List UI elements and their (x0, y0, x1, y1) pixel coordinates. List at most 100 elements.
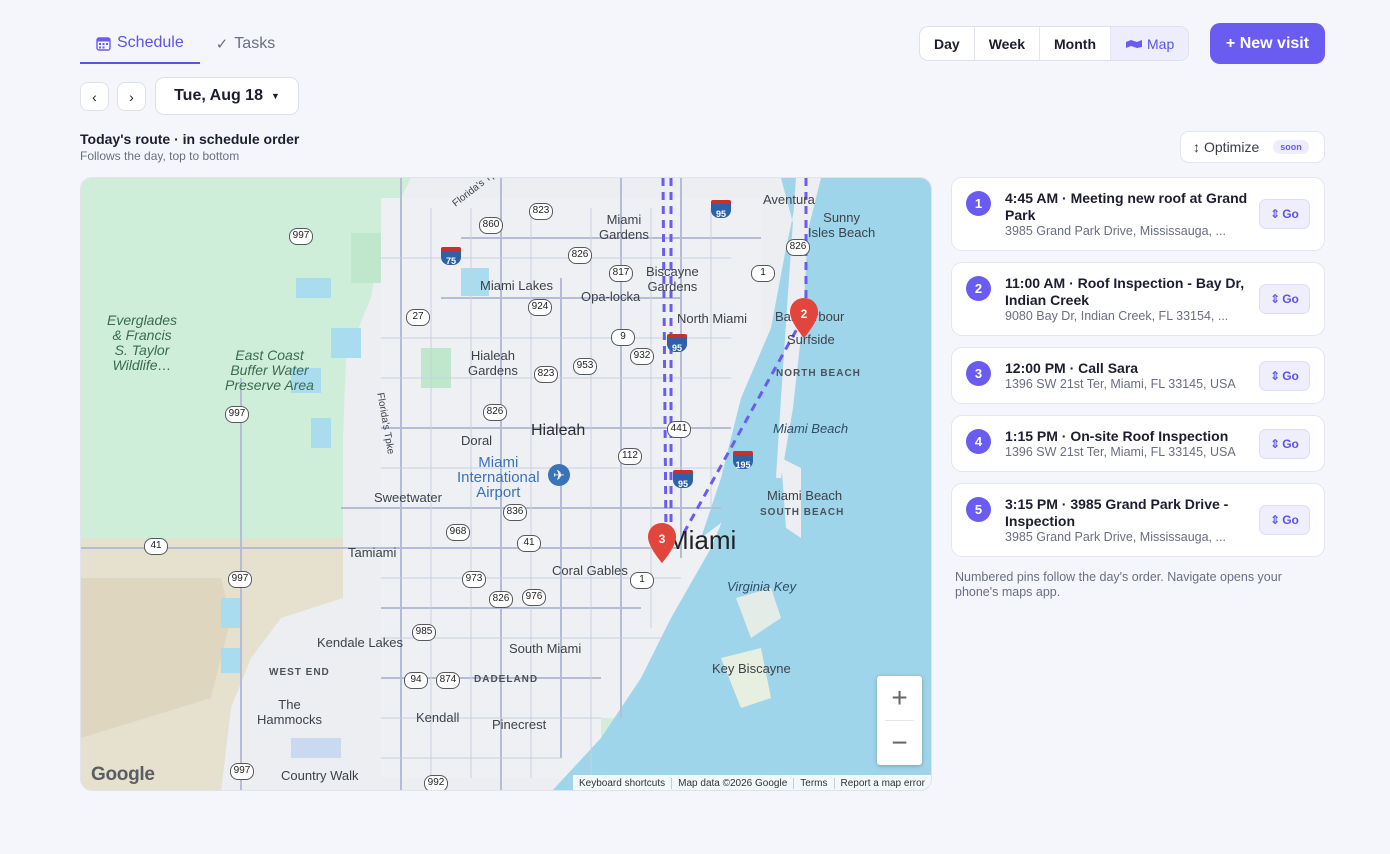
sort-icon: ↕ (1193, 139, 1200, 155)
route-shield: 997 (228, 571, 252, 588)
visit-card[interactable]: 4 1:15 PM · On-site Roof Inspection 1396… (951, 415, 1325, 472)
map-label-north-miami: North Miami (677, 311, 748, 326)
prev-day-button[interactable]: ‹ (80, 82, 109, 111)
route-shield: 997 (230, 763, 254, 780)
map-label-miami-gardens: Miami Gardens (599, 212, 649, 242)
navigate-label: Go (1282, 437, 1299, 451)
map-pin-2[interactable]: 2 (790, 298, 818, 338)
navigate-button[interactable]: ⇕ Go (1259, 429, 1310, 459)
terms-link[interactable]: Terms (793, 778, 833, 789)
main-tabs: Schedule ✓ Tasks (80, 24, 291, 64)
navigate-label: Go (1282, 292, 1299, 306)
interstate-shield: 195 (733, 451, 753, 470)
map-label-biscayne-gardens: Biscayne Gardens (646, 264, 699, 294)
route-shield: 992 (424, 775, 448, 790)
map-label-pinecrest: Pinecrest (492, 717, 547, 732)
date-label: Tue, Aug 18 (174, 87, 263, 104)
interstate-shield: 95 (711, 200, 731, 219)
route-shield: 932 (630, 348, 654, 365)
navigate-label: Go (1282, 513, 1299, 527)
navigate-button[interactable]: ⇕ Go (1259, 284, 1310, 314)
route-subtitle: Follows the day, top to bottom (80, 149, 240, 163)
soon-badge: soon (1273, 140, 1309, 154)
visit-title: 11:00 AM · Roof Inspection - Bay Dr, Ind… (1005, 275, 1245, 308)
map-label-aventura: Aventura (763, 192, 815, 207)
visit-card[interactable]: 3 12:00 PM · Call Sara 1396 SW 21st Ter,… (951, 347, 1325, 404)
view-map-label: Map (1147, 35, 1175, 52)
route-shield: 826 (786, 239, 810, 256)
map-label-miami-beach-water: Miami Beach (773, 421, 849, 436)
navigate-button[interactable]: ⇕ Go (1259, 199, 1310, 229)
view-day-button[interactable]: Day (920, 27, 975, 60)
interstate-shield: 95 (667, 334, 687, 353)
route-map[interactable]: Everglades & Francis S. Taylor Wildlife…… (80, 177, 932, 791)
route-shield: 9 (611, 329, 635, 346)
tab-schedule[interactable]: Schedule (80, 24, 200, 64)
view-map-button[interactable]: Map (1111, 27, 1189, 60)
map-attribution: Keyboard shortcuts Map data ©2026 Google… (572, 775, 931, 790)
map-label-sunny-isles: Sunny Isles Beach (808, 210, 876, 240)
visit-title: 12:00 PM · Call Sara (1005, 360, 1139, 376)
map-label-miami-beach: Miami Beach (767, 488, 843, 503)
navigate-icon: ⇕ (1270, 369, 1281, 383)
map-data-text: Map data ©2026 Google (671, 778, 793, 789)
tab-tasks-label: Tasks (234, 35, 276, 52)
zoom-in-button[interactable]: + (877, 676, 922, 720)
view-month-button[interactable]: Month (1040, 27, 1111, 60)
map-pin-3-label: 3 (658, 532, 666, 546)
route-shield: 826 (483, 404, 507, 421)
navigate-icon: ⇕ (1270, 207, 1281, 221)
visit-number: 4 (966, 429, 991, 454)
optimize-label: Optimize (1204, 139, 1260, 155)
check-icon: ✓ (215, 36, 229, 53)
visit-address: 3985 Grand Park Drive, Mississauga, ... (1005, 224, 1226, 238)
map-label-west-end: WEST END (269, 667, 330, 678)
visit-address: 9080 Bay Dr, Indian Creek, FL 33154, ... (1005, 309, 1229, 323)
map-label-miami: Miami (667, 525, 737, 555)
visit-address: 3985 Grand Park Drive, Mississauga, ... (1005, 530, 1226, 544)
route-shield: 968 (446, 524, 470, 541)
view-week-button[interactable]: Week (975, 27, 1041, 60)
route-shield: 817 (609, 265, 633, 282)
date-picker[interactable]: Tue, Aug 18 ▼ (155, 77, 299, 115)
map-label-kendale-lakes: Kendale Lakes (317, 635, 404, 650)
route-shield: 997 (225, 406, 249, 423)
map-pin-2-label: 2 (800, 307, 808, 321)
interstate-shield: 95 (673, 470, 693, 489)
new-visit-button[interactable]: + New visit (1210, 23, 1325, 64)
visit-number: 5 (966, 497, 991, 522)
map-label-opa-locka: Opa-locka (581, 289, 641, 304)
map-label-east-coast: East Coast Buffer Water Preserve Area (225, 347, 314, 393)
visit-card[interactable]: 5 3:15 PM · 3985 Grand Park Drive - Insp… (951, 483, 1325, 557)
map-label-tamiami: Tamiami (348, 545, 397, 560)
view-week-label: Week (988, 35, 1026, 52)
visit-card[interactable]: 2 11:00 AM · Roof Inspection - Bay Dr, I… (951, 262, 1325, 336)
report-error-link[interactable]: Report a map error (833, 778, 931, 789)
route-shield: 41 (517, 535, 541, 552)
route-shield: 985 (412, 624, 436, 641)
airport-icon: ✈ (548, 464, 570, 486)
zoom-controls: + − (877, 676, 922, 765)
map-label-hialeah-gardens: Hialeah Gardens (468, 348, 518, 378)
view-month-label: Month (1054, 35, 1096, 52)
route-shield: 441 (667, 421, 691, 438)
keyboard-shortcuts-link[interactable]: Keyboard shortcuts (573, 778, 671, 789)
visit-title: 3:15 PM · 3985 Grand Park Drive - Inspec… (1005, 496, 1229, 529)
calendar-icon (96, 36, 111, 51)
navigate-button[interactable]: ⇕ Go (1259, 505, 1310, 535)
next-day-button[interactable]: › (117, 82, 146, 111)
route-shield: 924 (528, 299, 552, 316)
zoom-out-button[interactable]: − (877, 721, 922, 765)
map-pin-3[interactable]: 3 (648, 523, 676, 563)
map-label-north-beach: NORTH BEACH (776, 368, 861, 379)
tab-tasks[interactable]: ✓ Tasks (200, 24, 291, 64)
navigate-button[interactable]: ⇕ Go (1259, 361, 1310, 391)
route-shield: 1 (751, 265, 775, 282)
tab-schedule-label: Schedule (117, 34, 184, 51)
route-title: Today's route · in schedule order (80, 131, 300, 147)
map-label-coral-gables: Coral Gables (552, 563, 628, 578)
route-shield: 94 (404, 672, 428, 689)
map-label-sweetwater: Sweetwater (374, 490, 442, 505)
route-shield: 953 (573, 358, 597, 375)
visit-card[interactable]: 1 4:45 AM · Meeting new roof at Grand Pa… (951, 177, 1325, 251)
